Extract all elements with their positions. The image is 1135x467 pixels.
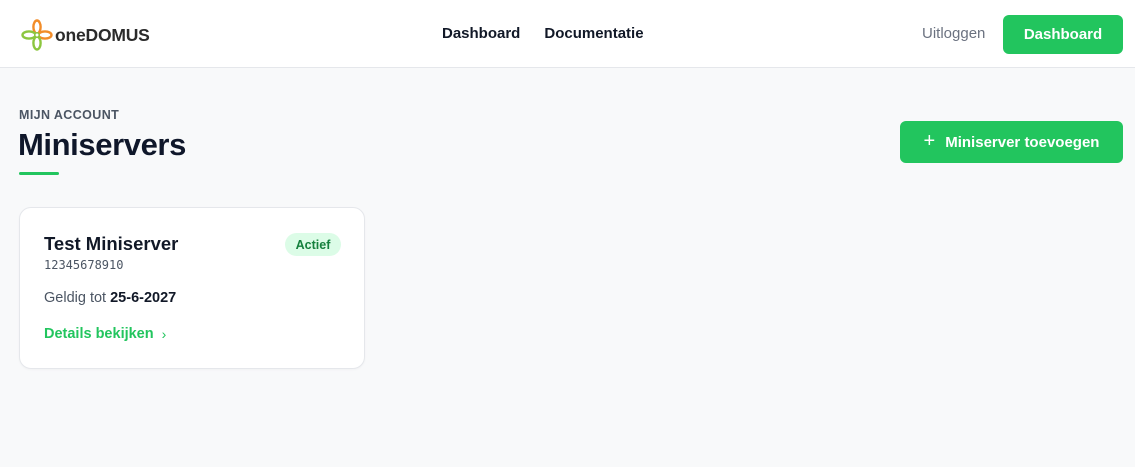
page-title: Miniservers [18,127,186,162]
status-badge: Actief [285,233,341,256]
title-underline-divider [19,172,59,175]
top-navigation-bar: oneDOMUS Dashboard Documentatie Uitlogge… [0,0,1135,68]
section-eyebrow: MIJN ACCOUNT [19,108,120,122]
plus-icon: + [923,130,936,152]
nav-link-dashboard[interactable]: Dashboard [442,25,520,43]
nav-link-documentatie[interactable]: Documentatie [544,25,643,43]
brand-name: oneDOMUS [55,24,150,45]
miniserver-card: Test Miniserver 12345678910 Actief Geldi… [19,207,365,369]
flower-logo-icon [21,19,53,51]
details-label: Details bekijken [44,326,154,342]
chevron-right-icon: › [161,326,167,342]
miniserver-name: Test Miniserver [44,233,179,254]
validity-label: Geldig tot [44,290,107,306]
details-link[interactable]: Details bekijken › [44,326,166,342]
dashboard-button[interactable]: Dashboard [1003,15,1123,54]
add-miniserver-button[interactable]: + Miniserver toevoegen [900,121,1123,163]
logout-link[interactable]: Uitloggen [922,25,985,43]
validity-date: 25-6-2027 [110,290,177,306]
brand-logo[interactable]: oneDOMUS [20,18,150,52]
main-nav: Dashboard Documentatie [442,25,644,43]
add-miniserver-label: Miniserver toevoegen [945,133,1100,151]
miniserver-serial: 12345678910 [44,258,124,272]
validity-text: Geldig tot 25-6-2027 [44,290,176,306]
